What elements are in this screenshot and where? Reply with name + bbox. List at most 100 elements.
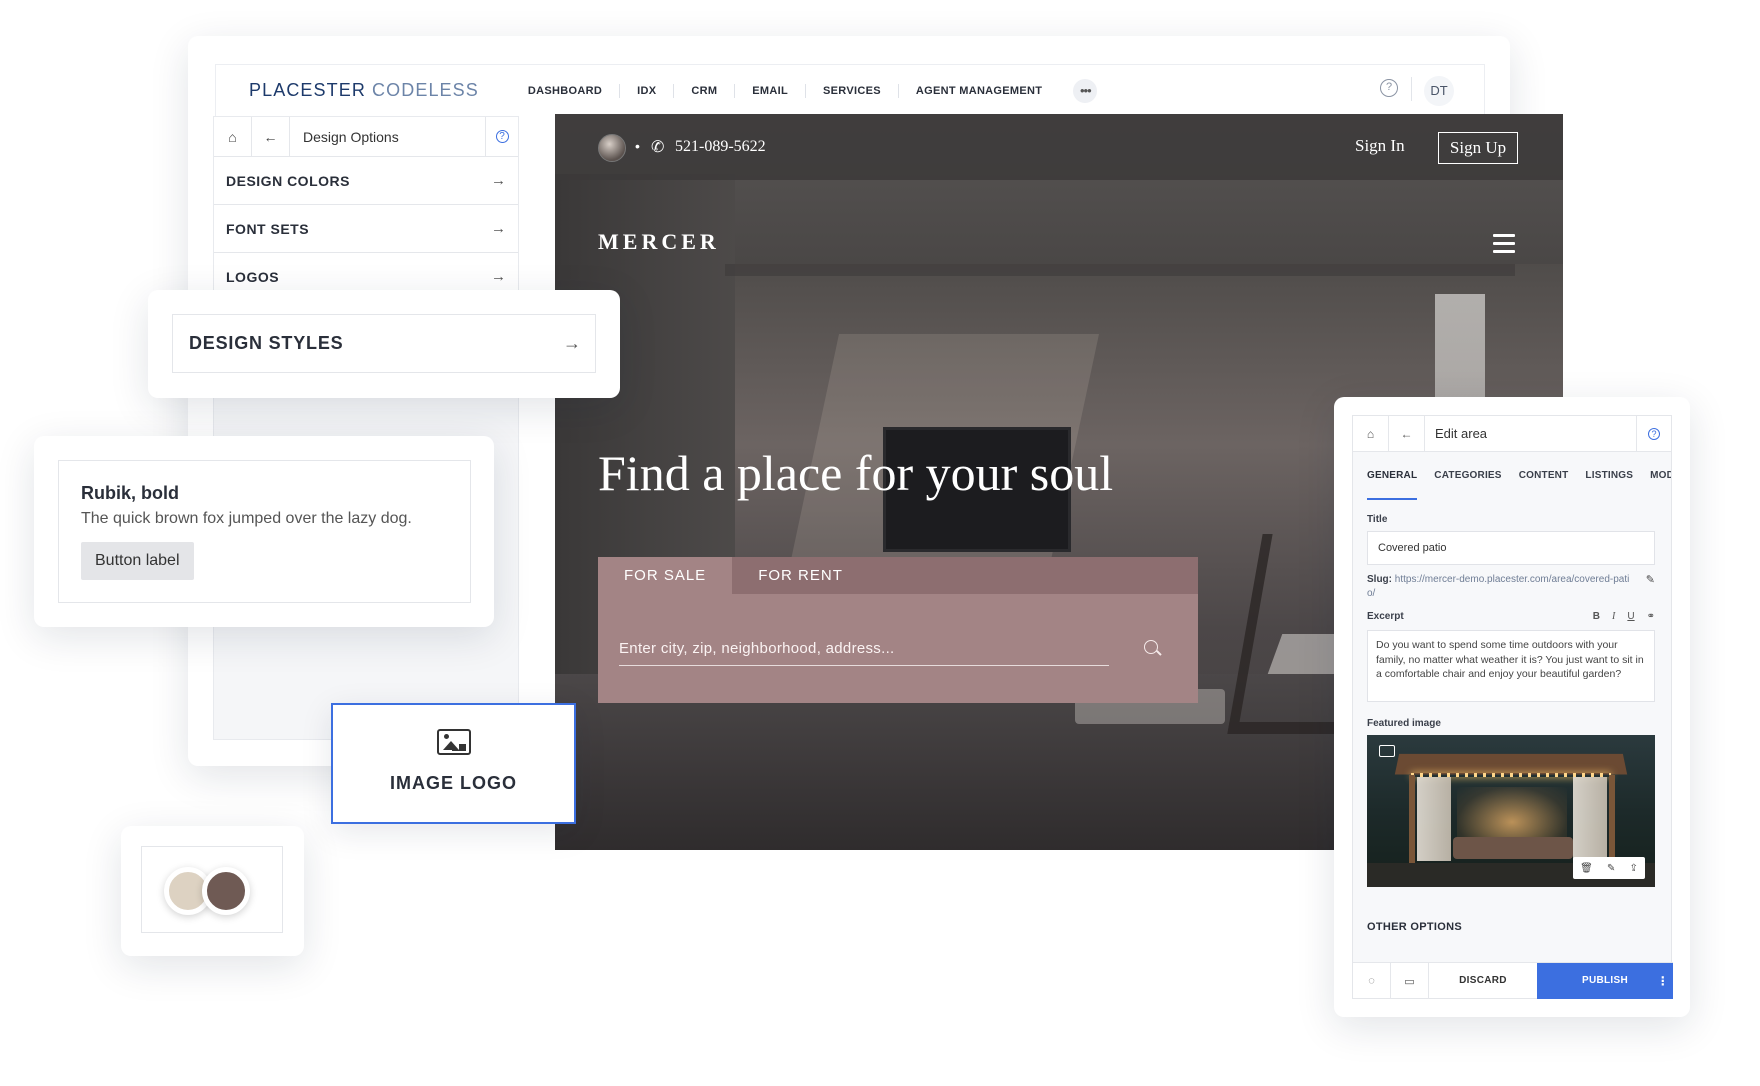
search-body [598,594,1198,703]
upload-icon[interactable]: ⇪ [1630,863,1638,874]
home-icon[interactable]: ⌂ [1353,415,1389,452]
panel-item-design-colors[interactable]: DESIGN COLORS → [214,157,518,205]
tab-content[interactable]: CONTENT [1519,470,1569,500]
excerpt-header: Excerpt B I U ⚭ [1353,611,1655,622]
patio-curtain [1417,777,1451,861]
tab-modules[interactable]: MODU [1650,470,1671,500]
font-set-preview[interactable]: Rubik, bold The quick brown fox jumped o… [58,460,471,603]
agent-avatar [598,134,626,162]
top-navbar: PLACESTER CODELESS DASHBOARD IDX CRM EMA… [215,64,1485,116]
image-icon [1379,745,1395,757]
nav-dashboard[interactable]: DASHBOARD [511,83,621,98]
panel-item-label: DESIGN COLORS [226,172,350,189]
discard-button[interactable]: DISCARD [1429,963,1537,999]
patio-roof [1394,753,1628,775]
arrow-right-icon: → [491,172,506,189]
underline-icon[interactable]: U [1627,611,1634,622]
more-button[interactable]: ••• [1073,78,1098,103]
help-icon[interactable]: ? [1637,427,1671,440]
main-nav: DASHBOARD IDX CRM EMAIL SERVICES AGENT M… [511,83,1059,98]
user-avatar[interactable]: DT [1424,76,1454,106]
title-input[interactable] [1367,531,1655,565]
patio-curtain [1573,777,1607,861]
site-logo[interactable]: MERCER [598,229,720,255]
color-swatch-brown[interactable] [202,867,250,915]
panel-item-font-sets[interactable]: FONT SETS → [214,205,518,253]
nav-agent-management[interactable]: AGENT MANAGEMENT [899,84,1059,98]
search-icon[interactable] [1144,640,1158,654]
pencil-icon[interactable]: ✎ [1607,863,1615,874]
property-search: FOR SALE FOR RENT [598,557,1198,703]
tab-listings[interactable]: LISTINGS [1585,470,1633,500]
title-label: Title [1367,514,1388,525]
publish-button[interactable]: PUBLISH ⋮ [1537,963,1673,999]
design-styles-item[interactable]: DESIGN STYLES → [172,314,596,373]
question-circle-icon[interactable]: ? [1380,79,1398,97]
brand-logo[interactable]: PLACESTER CODELESS [249,80,479,101]
publish-label: PUBLISH [1582,975,1628,986]
divider [1411,77,1412,101]
edit-area-card: ⌂ ← Edit area ? GENERAL CATEGORIES CONTE… [1334,397,1690,1017]
back-arrow-icon[interactable]: ← [252,116,290,157]
color-palette-card [121,826,304,956]
edit-area-panel: ⌂ ← Edit area ? GENERAL CATEGORIES CONTE… [1352,415,1673,999]
bold-icon[interactable]: B [1593,611,1600,622]
desktop-icon[interactable]: ▭ [1391,963,1429,999]
edit-footer: ◌ ▭ DISCARD PUBLISH ⋮ [1353,962,1673,999]
hero-beam [725,264,1515,276]
edit-title: Edit area [1425,415,1637,452]
panel-header: ⌂ ← Design Options ? [214,116,518,157]
design-styles-card: DESIGN STYLES → [148,290,620,398]
site-topbar: • ✆ 521-089-5622 Sign In Sign Up [555,114,1563,180]
sign-in-link[interactable]: Sign In [1355,136,1405,156]
italic-icon[interactable]: I [1612,611,1615,622]
image-logo-card[interactable]: IMAGE LOGO [331,703,576,824]
image-toolbar: 🗑 ✎ ⇪ [1573,857,1645,879]
tab-for-sale[interactable]: FOR SALE [598,557,733,594]
arrow-right-icon: → [491,268,506,285]
image-logo-label: IMAGE LOGO [390,773,517,793]
panel-item-label: FONT SETS [226,220,310,237]
other-options-heading[interactable]: OTHER OPTIONS [1367,921,1671,933]
font-set-card: Rubik, bold The quick brown fox jumped o… [34,436,494,627]
help-icon[interactable]: ? [486,130,518,143]
featured-image[interactable]: 🗑 ✎ ⇪ [1367,735,1655,887]
patio-post [1409,775,1415,865]
color-palette[interactable] [141,846,283,933]
search-tabs: FOR SALE FOR RENT [598,557,1198,594]
eye-slash-icon[interactable]: ◌ [1353,963,1391,999]
hero-title: Find a place for your soul [598,445,1114,501]
search-input[interactable] [619,632,1109,666]
tab-general[interactable]: GENERAL [1367,470,1418,500]
nav-services[interactable]: SERVICES [806,83,899,98]
sign-up-button[interactable]: Sign Up [1438,132,1518,164]
slug-value[interactable]: https://mercer-demo.placester.com/area/c… [1367,574,1629,599]
arrow-right-icon: → [563,333,581,353]
nav-crm[interactable]: CRM [674,83,736,98]
link-icon[interactable]: ⚭ [1647,611,1655,622]
home-icon[interactable]: ⌂ [214,116,252,157]
tab-for-rent[interactable]: FOR RENT [732,557,869,594]
image-icon [436,729,471,755]
phone-number[interactable]: 521-089-5622 [675,138,766,156]
nav-idx[interactable]: IDX [620,83,675,98]
patio-post [1609,775,1615,865]
nav-email[interactable]: EMAIL [735,83,807,98]
trash-icon[interactable]: 🗑 [1580,863,1593,874]
sample-button[interactable]: Button label [81,542,194,580]
arrow-right-icon: → [491,220,506,237]
hamburger-menu-icon[interactable] [1493,234,1515,258]
edit-tabs: GENERAL CATEGORIES CONTENT LISTINGS MODU [1353,452,1671,500]
excerpt-textarea[interactable]: Do you want to spend some time outdoors … [1367,630,1655,702]
kebab-menu-icon[interactable]: ⋮ [1657,963,1669,999]
panel-title: Design Options [290,116,486,157]
back-arrow-icon[interactable]: ← [1389,415,1425,452]
design-options-panel: ⌂ ← Design Options ? DESIGN COLORS → FON… [213,116,519,740]
brand-light: CODELESS [372,80,479,100]
excerpt-toolbar: B I U ⚭ [1593,611,1655,622]
brand-bold: PLACESTER [249,80,366,100]
featured-image-label: Featured image [1367,718,1441,729]
tab-categories[interactable]: CATEGORIES [1434,470,1501,500]
slug-row: Slug: https://mercer-demo.placester.com/… [1367,573,1655,601]
pencil-icon[interactable]: ✎ [1646,573,1655,587]
